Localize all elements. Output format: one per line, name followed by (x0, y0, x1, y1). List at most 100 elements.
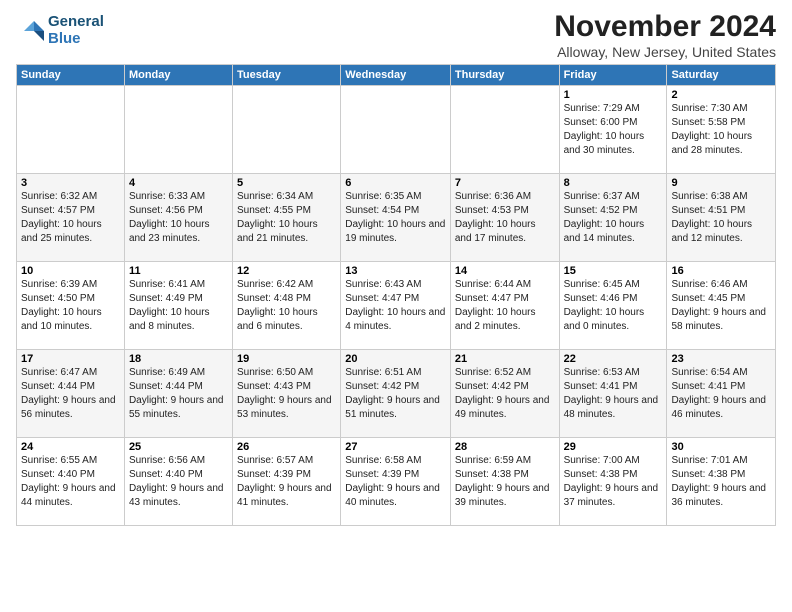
day-info: Sunrise: 6:53 AMSunset: 4:41 PMDaylight:… (564, 366, 663, 422)
calendar-cell: 21Sunrise: 6:52 AMSunset: 4:42 PMDayligh… (450, 350, 559, 438)
calendar-cell: 26Sunrise: 6:57 AMSunset: 4:39 PMDayligh… (233, 438, 341, 526)
day-number: 23 (671, 353, 771, 365)
calendar-cell: 2Sunrise: 7:30 AMSunset: 5:58 PMDaylight… (667, 86, 776, 174)
calendar-cell: 14Sunrise: 6:44 AMSunset: 4:47 PMDayligh… (450, 262, 559, 350)
day-info: Sunrise: 6:45 AMSunset: 4:46 PMDaylight:… (564, 278, 663, 334)
calendar-cell (124, 86, 232, 174)
day-number: 30 (671, 441, 771, 453)
day-number: 25 (129, 441, 228, 453)
day-number: 15 (564, 265, 663, 277)
day-number: 8 (564, 177, 663, 189)
day-number: 4 (129, 177, 228, 189)
calendar-cell: 5Sunrise: 6:34 AMSunset: 4:55 PMDaylight… (233, 174, 341, 262)
day-info: Sunrise: 6:55 AMSunset: 4:40 PMDaylight:… (21, 454, 120, 510)
day-number: 7 (455, 177, 555, 189)
calendar-cell: 7Sunrise: 6:36 AMSunset: 4:53 PMDaylight… (450, 174, 559, 262)
logo: General Blue (16, 14, 104, 47)
logo-text: General Blue (48, 14, 104, 47)
calendar-body: 1Sunrise: 7:29 AMSunset: 6:00 PMDaylight… (17, 86, 776, 526)
logo-icon (16, 17, 44, 45)
calendar-cell: 6Sunrise: 6:35 AMSunset: 4:54 PMDaylight… (341, 174, 451, 262)
calendar-week-row: 1Sunrise: 7:29 AMSunset: 6:00 PMDaylight… (17, 86, 776, 174)
day-number: 5 (237, 177, 336, 189)
day-info: Sunrise: 6:46 AMSunset: 4:45 PMDaylight:… (671, 278, 771, 334)
col-wednesday: Wednesday (341, 65, 451, 86)
col-thursday: Thursday (450, 65, 559, 86)
calendar-header-row: Sunday Monday Tuesday Wednesday Thursday… (17, 65, 776, 86)
day-number: 12 (237, 265, 336, 277)
day-number: 21 (455, 353, 555, 365)
title-block: November 2024 Alloway, New Jersey, Unite… (554, 10, 776, 60)
col-friday: Friday (559, 65, 667, 86)
day-info: Sunrise: 6:42 AMSunset: 4:48 PMDaylight:… (237, 278, 336, 334)
calendar-cell: 18Sunrise: 6:49 AMSunset: 4:44 PMDayligh… (124, 350, 232, 438)
calendar-cell: 24Sunrise: 6:55 AMSunset: 4:40 PMDayligh… (17, 438, 125, 526)
calendar-cell: 9Sunrise: 6:38 AMSunset: 4:51 PMDaylight… (667, 174, 776, 262)
day-number: 2 (671, 89, 771, 101)
day-number: 10 (21, 265, 120, 277)
day-number: 19 (237, 353, 336, 365)
calendar-cell: 8Sunrise: 6:37 AMSunset: 4:52 PMDaylight… (559, 174, 667, 262)
calendar-cell: 23Sunrise: 6:54 AMSunset: 4:41 PMDayligh… (667, 350, 776, 438)
day-number: 3 (21, 177, 120, 189)
day-number: 20 (345, 353, 446, 365)
calendar-cell: 16Sunrise: 6:46 AMSunset: 4:45 PMDayligh… (667, 262, 776, 350)
day-number: 16 (671, 265, 771, 277)
calendar-cell: 27Sunrise: 6:58 AMSunset: 4:39 PMDayligh… (341, 438, 451, 526)
day-info: Sunrise: 6:43 AMSunset: 4:47 PMDaylight:… (345, 278, 446, 334)
day-info: Sunrise: 6:44 AMSunset: 4:47 PMDaylight:… (455, 278, 555, 334)
calendar-cell (341, 86, 451, 174)
page: General Blue November 2024 Alloway, New … (0, 0, 792, 536)
day-info: Sunrise: 6:58 AMSunset: 4:39 PMDaylight:… (345, 454, 446, 510)
day-info: Sunrise: 6:59 AMSunset: 4:38 PMDaylight:… (455, 454, 555, 510)
day-info: Sunrise: 7:30 AMSunset: 5:58 PMDaylight:… (671, 102, 771, 158)
day-info: Sunrise: 6:51 AMSunset: 4:42 PMDaylight:… (345, 366, 446, 422)
day-info: Sunrise: 6:52 AMSunset: 4:42 PMDaylight:… (455, 366, 555, 422)
calendar-cell: 10Sunrise: 6:39 AMSunset: 4:50 PMDayligh… (17, 262, 125, 350)
calendar-cell: 17Sunrise: 6:47 AMSunset: 4:44 PMDayligh… (17, 350, 125, 438)
col-sunday: Sunday (17, 65, 125, 86)
calendar-week-row: 3Sunrise: 6:32 AMSunset: 4:57 PMDaylight… (17, 174, 776, 262)
col-saturday: Saturday (667, 65, 776, 86)
calendar-cell: 13Sunrise: 6:43 AMSunset: 4:47 PMDayligh… (341, 262, 451, 350)
day-number: 13 (345, 265, 446, 277)
day-number: 11 (129, 265, 228, 277)
calendar-cell: 4Sunrise: 6:33 AMSunset: 4:56 PMDaylight… (124, 174, 232, 262)
day-info: Sunrise: 6:39 AMSunset: 4:50 PMDaylight:… (21, 278, 120, 334)
day-info: Sunrise: 6:57 AMSunset: 4:39 PMDaylight:… (237, 454, 336, 510)
calendar-cell: 28Sunrise: 6:59 AMSunset: 4:38 PMDayligh… (450, 438, 559, 526)
day-info: Sunrise: 6:34 AMSunset: 4:55 PMDaylight:… (237, 190, 336, 246)
calendar-cell (17, 86, 125, 174)
day-number: 28 (455, 441, 555, 453)
day-info: Sunrise: 6:54 AMSunset: 4:41 PMDaylight:… (671, 366, 771, 422)
day-number: 26 (237, 441, 336, 453)
day-number: 24 (21, 441, 120, 453)
calendar-week-row: 24Sunrise: 6:55 AMSunset: 4:40 PMDayligh… (17, 438, 776, 526)
calendar-cell: 25Sunrise: 6:56 AMSunset: 4:40 PMDayligh… (124, 438, 232, 526)
day-info: Sunrise: 6:32 AMSunset: 4:57 PMDaylight:… (21, 190, 120, 246)
calendar-cell: 29Sunrise: 7:00 AMSunset: 4:38 PMDayligh… (559, 438, 667, 526)
day-info: Sunrise: 6:35 AMSunset: 4:54 PMDaylight:… (345, 190, 446, 246)
day-number: 1 (564, 89, 663, 101)
calendar-week-row: 17Sunrise: 6:47 AMSunset: 4:44 PMDayligh… (17, 350, 776, 438)
day-number: 17 (21, 353, 120, 365)
day-number: 18 (129, 353, 228, 365)
day-number: 14 (455, 265, 555, 277)
day-number: 27 (345, 441, 446, 453)
calendar-cell: 1Sunrise: 7:29 AMSunset: 6:00 PMDaylight… (559, 86, 667, 174)
day-info: Sunrise: 6:47 AMSunset: 4:44 PMDaylight:… (21, 366, 120, 422)
calendar-cell (450, 86, 559, 174)
calendar-table: Sunday Monday Tuesday Wednesday Thursday… (16, 64, 776, 526)
day-info: Sunrise: 6:49 AMSunset: 4:44 PMDaylight:… (129, 366, 228, 422)
col-tuesday: Tuesday (233, 65, 341, 86)
calendar-cell: 20Sunrise: 6:51 AMSunset: 4:42 PMDayligh… (341, 350, 451, 438)
day-info: Sunrise: 6:33 AMSunset: 4:56 PMDaylight:… (129, 190, 228, 246)
day-info: Sunrise: 7:29 AMSunset: 6:00 PMDaylight:… (564, 102, 663, 158)
calendar-cell: 19Sunrise: 6:50 AMSunset: 4:43 PMDayligh… (233, 350, 341, 438)
day-info: Sunrise: 6:36 AMSunset: 4:53 PMDaylight:… (455, 190, 555, 246)
calendar-cell: 15Sunrise: 6:45 AMSunset: 4:46 PMDayligh… (559, 262, 667, 350)
calendar-cell: 30Sunrise: 7:01 AMSunset: 4:38 PMDayligh… (667, 438, 776, 526)
day-info: Sunrise: 6:41 AMSunset: 4:49 PMDaylight:… (129, 278, 228, 334)
calendar-cell: 22Sunrise: 6:53 AMSunset: 4:41 PMDayligh… (559, 350, 667, 438)
calendar-week-row: 10Sunrise: 6:39 AMSunset: 4:50 PMDayligh… (17, 262, 776, 350)
